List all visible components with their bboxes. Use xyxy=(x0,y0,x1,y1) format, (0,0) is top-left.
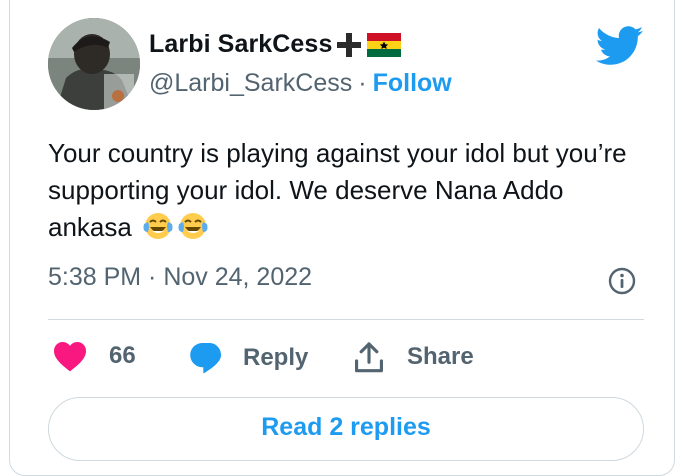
tears-of-joy-emoji-icon xyxy=(142,210,174,252)
avatar-photo xyxy=(48,18,140,110)
share-icon xyxy=(355,342,383,373)
heart-icon xyxy=(54,342,86,372)
separator-dot: · xyxy=(358,69,367,97)
tweet-timestamp[interactable]: 5:38 PM · Nov 24, 2022 xyxy=(48,263,312,292)
ghana-flag-icon xyxy=(367,32,402,57)
author-handle-row: @Larbi_SarkCess · Follow xyxy=(149,69,452,98)
tweet-text: Your country is playing against your ido… xyxy=(48,135,648,252)
follow-button[interactable]: Follow xyxy=(373,69,452,98)
twitter-bird-icon[interactable] xyxy=(596,26,644,66)
tears-of-joy-emoji-icon-2 xyxy=(177,210,209,252)
name-emojis xyxy=(335,31,402,59)
info-icon[interactable] xyxy=(607,266,637,296)
like-count: 66 xyxy=(109,342,136,369)
like-button[interactable]: 66 xyxy=(52,340,136,372)
author-display-name[interactable]: Larbi SarkCess xyxy=(149,30,332,59)
share-label: Share xyxy=(407,343,474,370)
share-button[interactable]: Share xyxy=(353,340,474,374)
reply-button[interactable]: Reply xyxy=(187,340,308,376)
avatar[interactable] xyxy=(48,18,140,110)
heavy-plus-icon xyxy=(337,32,362,57)
reply-label: Reply xyxy=(243,344,309,371)
reply-bubble-icon xyxy=(190,343,221,374)
divider xyxy=(48,319,644,320)
author-handle[interactable]: @Larbi_SarkCess xyxy=(149,69,352,98)
author-name-row[interactable]: Larbi SarkCess xyxy=(149,30,402,59)
read-replies-label: Read 2 replies xyxy=(261,412,431,441)
tweet-body: Your country is playing against your ido… xyxy=(48,138,627,242)
read-replies-button[interactable]: Read 2 replies xyxy=(48,397,644,461)
